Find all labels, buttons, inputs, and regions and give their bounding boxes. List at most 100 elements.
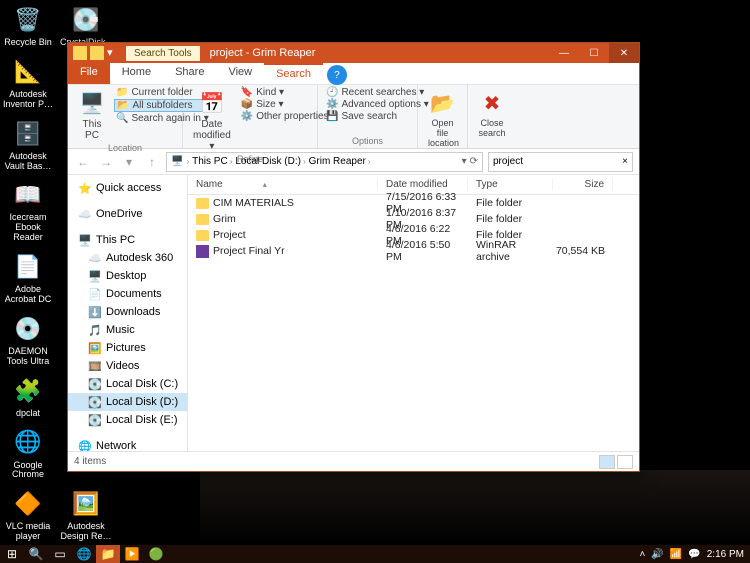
nav-videos[interactable]: 🎞️Videos xyxy=(68,357,187,375)
desktop-icons-col1: 🗑️Recycle Bin 📐Autodesk Inventor P… 🗄️Au… xyxy=(0,0,60,546)
nav-item-icon: 🖼️ xyxy=(88,341,102,355)
nav-quick-access[interactable]: ⭐Quick access xyxy=(68,179,187,197)
network-icon: 🌐 xyxy=(78,439,92,451)
clear-icon[interactable]: × xyxy=(622,156,628,167)
start-button[interactable]: ⊞ xyxy=(0,545,24,563)
app-icon: 🧩 xyxy=(12,375,44,407)
col-size[interactable]: Size xyxy=(553,179,613,190)
nav-a360[interactable]: ☁️Autodesk 360 xyxy=(68,249,187,267)
dropdown-icon[interactable]: ▾ xyxy=(107,46,121,60)
app-icon: 🖼️ xyxy=(70,488,102,520)
nav-item-icon: 🎞️ xyxy=(88,359,102,373)
breadcrumb-seg[interactable]: Grim Reaper› xyxy=(309,156,371,167)
ribbon: 🖥️This PC 📁Current folder 📂All subfolder… xyxy=(68,85,639,149)
ribbon-open-location[interactable]: 📂Open file location xyxy=(424,87,461,151)
ribbon-this-pc[interactable]: 🖥️This PC xyxy=(74,87,110,143)
nav-this-pc[interactable]: 🖥️This PC xyxy=(68,231,187,249)
nav-item-icon: ⬇️ xyxy=(88,305,102,319)
maximize-button[interactable]: ☐ xyxy=(579,43,609,63)
nav-diskc[interactable]: 💽Local Disk (C:) xyxy=(68,375,187,393)
tab-view[interactable]: View xyxy=(216,63,264,84)
nav-history[interactable]: ▾ xyxy=(120,153,138,171)
di-vlc[interactable]: 🔶VLC media player xyxy=(0,484,56,546)
address-field[interactable]: 🖥️› This PC› Local Disk (D:)› Grim Reape… xyxy=(166,152,483,172)
tab-home[interactable]: Home xyxy=(110,63,163,84)
nav-item-icon: 🖥️ xyxy=(88,269,102,283)
nav-diske[interactable]: 💽Local Disk (E:) xyxy=(68,411,187,429)
taskbar-edge[interactable]: 🌐 xyxy=(72,545,96,563)
minimize-button[interactable]: — xyxy=(549,43,579,63)
table-row[interactable]: Project Final Yr4/6/2016 5:50 PMWinRAR a… xyxy=(188,243,639,259)
breadcrumb-seg[interactable]: This PC› xyxy=(192,156,232,167)
col-date[interactable]: Date modified xyxy=(378,179,468,190)
app-icon: 💿 xyxy=(12,313,44,345)
app-icon: 📖 xyxy=(12,179,44,211)
nav-desktop[interactable]: 🖥️Desktop xyxy=(68,267,187,285)
ribbon-close-search[interactable]: ✖Close search xyxy=(474,87,510,141)
close-button[interactable]: ✕ xyxy=(609,43,639,63)
view-large-icon[interactable] xyxy=(617,455,633,469)
ribbon-date-modified[interactable]: 📅Date modified ▾ xyxy=(189,87,235,154)
window-title: project - Grim Reaper xyxy=(200,47,549,59)
nav-network[interactable]: 🌐Network xyxy=(68,437,187,451)
app-icon: 📐 xyxy=(12,56,44,88)
tray-action-icon[interactable]: 💬 xyxy=(688,549,700,560)
tray-clock[interactable]: 2:16 PM xyxy=(707,549,744,560)
nav-back[interactable]: ← xyxy=(74,153,92,171)
help-button[interactable]: ? xyxy=(327,65,347,85)
ribbon-advanced[interactable]: ⚙️Advanced options ▾ xyxy=(324,99,411,110)
nav-pane[interactable]: ⭐Quick access ☁️OneDrive 🖥️This PC ☁️Aut… xyxy=(68,175,188,451)
nav-documents[interactable]: 📄Documents xyxy=(68,285,187,303)
tray-chevron-icon[interactable]: ˄ xyxy=(640,549,646,560)
tab-share[interactable]: Share xyxy=(163,63,216,84)
vlc-icon: 🔶 xyxy=(12,488,44,520)
taskbar-media[interactable]: ▶️ xyxy=(120,545,144,563)
di-acrobat[interactable]: 📄Adobe Acrobat DC xyxy=(0,247,56,309)
di-autodesk-inventor[interactable]: 📐Autodesk Inventor P… xyxy=(0,52,56,114)
nav-downloads[interactable]: ⬇️Downloads xyxy=(68,303,187,321)
open-folder-icon: 📂 xyxy=(429,89,457,117)
di-autodesk-vault[interactable]: 🗄️Autodesk Vault Bas… xyxy=(0,114,56,176)
di-recycle-bin[interactable]: 🗑️Recycle Bin xyxy=(0,0,56,52)
tray-volume-icon[interactable]: 🔊 xyxy=(651,549,663,560)
nav-music[interactable]: 🎵Music xyxy=(68,321,187,339)
col-name[interactable]: Name xyxy=(196,179,223,190)
gear-icon: ⚙️ xyxy=(326,99,338,110)
nav-onedrive[interactable]: ☁️OneDrive xyxy=(68,205,187,223)
breadcrumb-seg[interactable]: Local Disk (D:)› xyxy=(235,156,305,167)
col-type[interactable]: Type xyxy=(468,179,553,190)
folder-icon xyxy=(90,46,104,60)
ribbon-save-search[interactable]: 💾Save search xyxy=(324,111,411,122)
chevron-down-icon[interactable]: ▾ xyxy=(462,156,467,167)
view-details-icon[interactable] xyxy=(599,455,615,469)
search-input[interactable]: project × xyxy=(488,152,633,172)
explorer-window: ▾ Search Tools project - Grim Reaper — ☐… xyxy=(67,42,640,472)
folder-icon xyxy=(73,46,87,60)
tray-network-icon[interactable]: 📶 xyxy=(670,549,682,560)
app-icon: 📄 xyxy=(12,251,44,283)
taskbar-chrome[interactable]: 🟢 xyxy=(144,545,168,563)
di-chrome[interactable]: 🌐Google Chrome xyxy=(0,423,56,485)
taskview-button[interactable]: ▭ xyxy=(48,545,72,563)
nav-item-icon: 📄 xyxy=(88,287,102,301)
ribbon-group-options: Options xyxy=(324,136,411,146)
search-button[interactable]: 🔍 xyxy=(24,545,48,563)
di-icecream[interactable]: 📖Icecream Ebook Reader xyxy=(0,175,56,247)
nav-fwd[interactable]: → xyxy=(97,153,115,171)
nav-diskd[interactable]: 💽Local Disk (D:) xyxy=(68,393,187,411)
file-menu[interactable]: File xyxy=(68,63,110,84)
refresh-icon[interactable]: ⟳ xyxy=(470,156,478,167)
nav-pictures[interactable]: 🖼️Pictures xyxy=(68,339,187,357)
taskbar-explorer[interactable]: 📁 xyxy=(96,545,120,563)
search-tools-tab[interactable]: Search Tools xyxy=(126,46,200,61)
di-dpclat[interactable]: 🧩dpclat xyxy=(0,371,56,423)
nav-up[interactable]: ↑ xyxy=(143,153,161,171)
app-icon: 💽 xyxy=(70,4,102,36)
di-daemon[interactable]: 💿DAEMON Tools Ultra xyxy=(0,309,56,371)
ribbon-recent-searches[interactable]: 🕘Recent searches ▾ xyxy=(324,87,411,98)
tab-search[interactable]: Search xyxy=(264,63,323,84)
pc-icon: 🖥️ xyxy=(78,89,106,117)
titlebar[interactable]: ▾ Search Tools project - Grim Reaper — ☐… xyxy=(68,43,639,63)
di-autodesk-design[interactable]: 🖼️Autodesk Design Re… xyxy=(58,484,114,546)
nav-item-icon: 💽 xyxy=(88,413,102,427)
